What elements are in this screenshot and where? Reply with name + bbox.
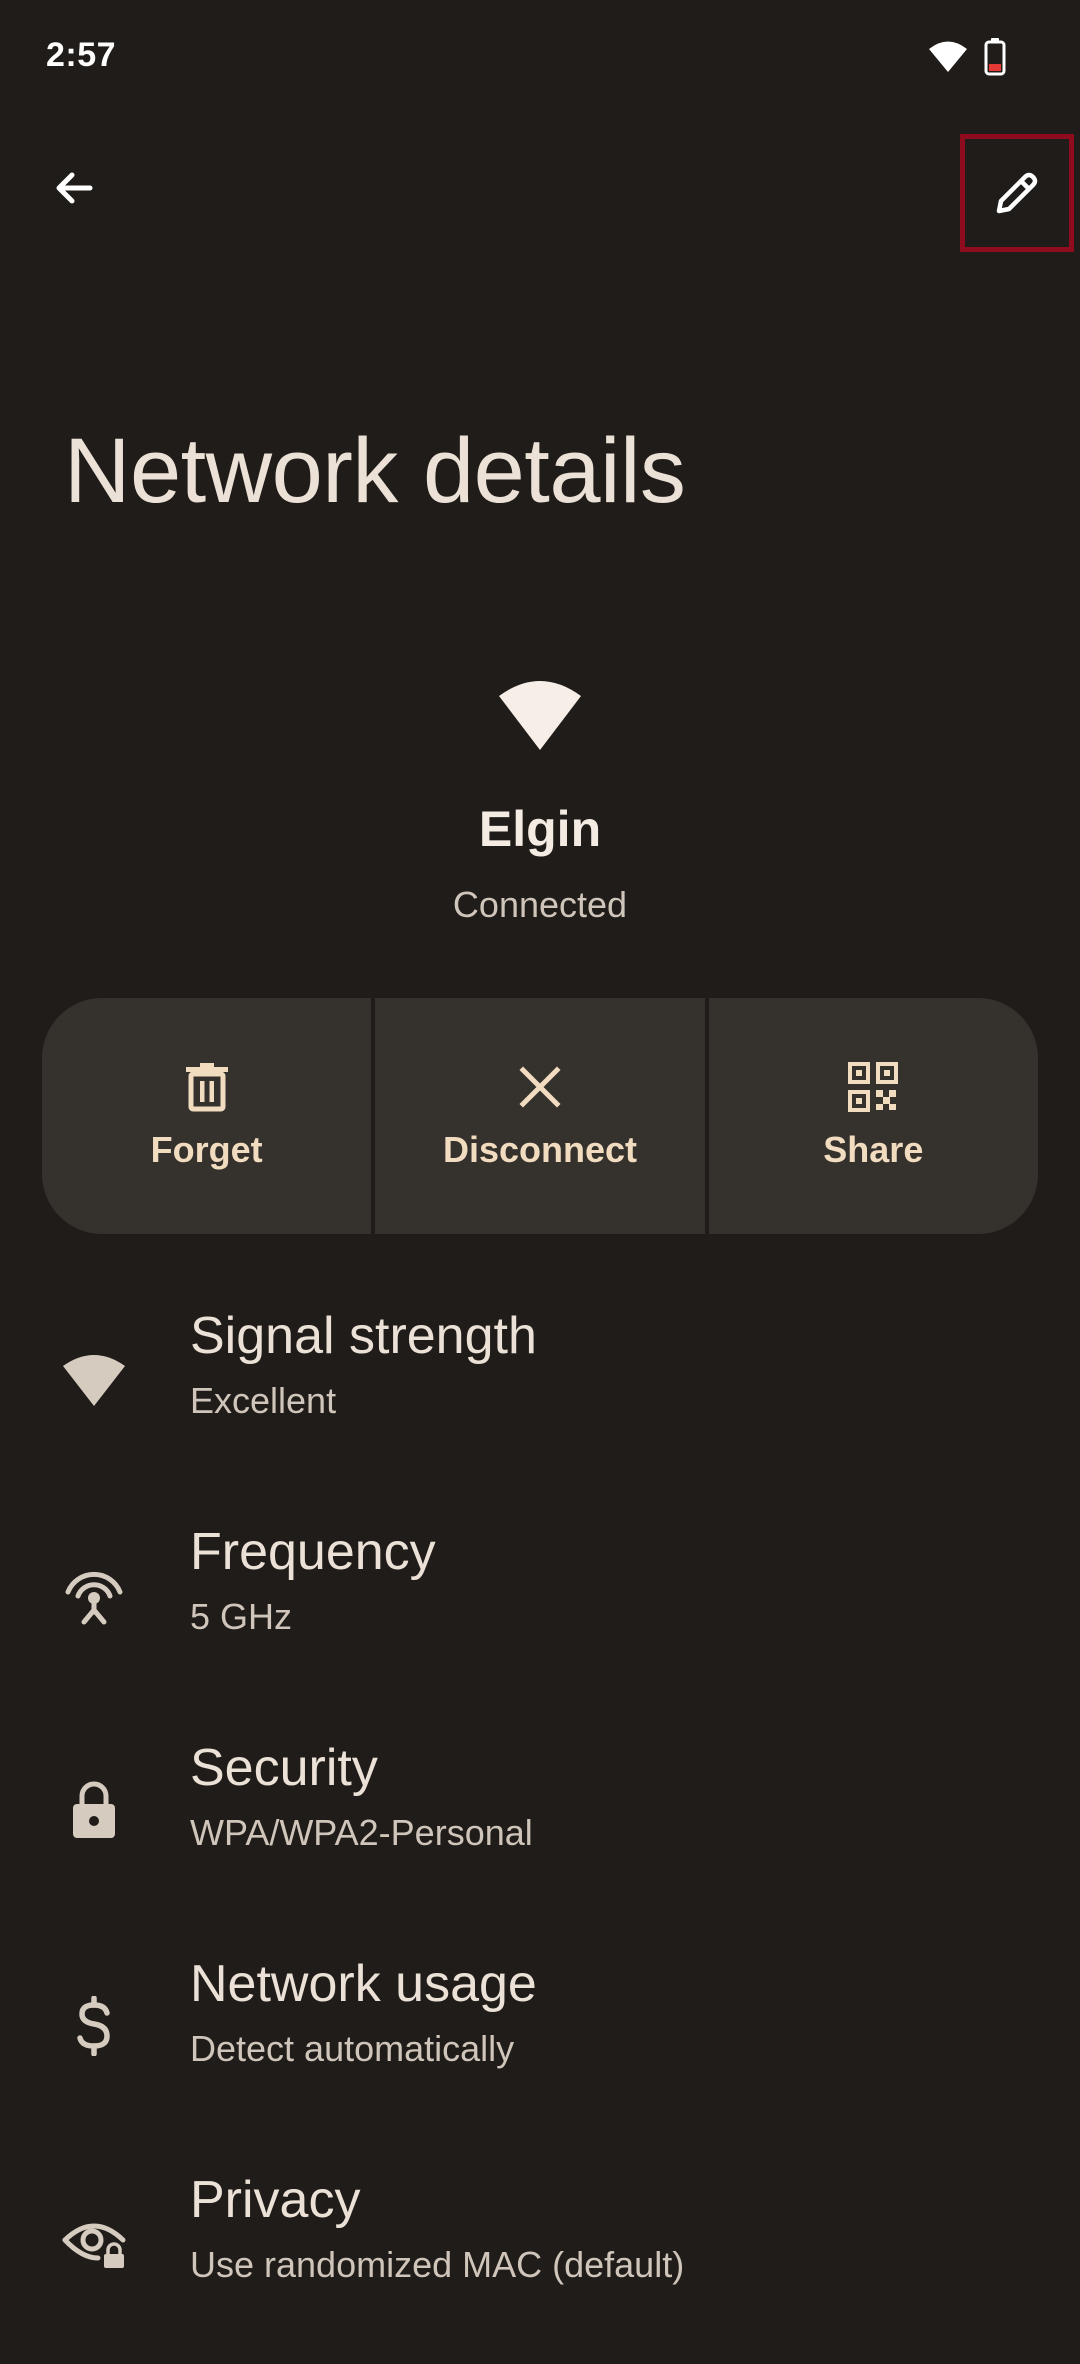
qr-code-icon [847, 1061, 899, 1113]
lock-icon [58, 1774, 130, 1846]
security-value: WPA/WPA2-Personal [190, 1812, 533, 1853]
status-bar: 2:57 [0, 0, 1080, 120]
page-title: Network details [64, 420, 686, 522]
dollar-icon [58, 1990, 130, 2062]
share-label: Share [823, 1129, 924, 1170]
forget-button[interactable]: Forget [42, 998, 372, 1234]
edit-button[interactable] [960, 134, 1074, 252]
signal-strength-title: Signal strength [190, 1307, 537, 1365]
trash-icon [181, 1061, 233, 1113]
battery-icon [984, 38, 1006, 76]
network-name: Elgin [478, 801, 602, 857]
frequency-row: Frequency 5 GHz [0, 1500, 1080, 1716]
arrow-back-icon [56, 172, 93, 204]
action-bar: Forget Disconnect Share [42, 998, 1038, 1234]
disconnect-label: Disconnect [442, 1129, 638, 1170]
network-status: Connected [452, 884, 628, 925]
privacy-value: Use randomized MAC (default) [190, 2244, 685, 2285]
disconnect-button[interactable]: Disconnect [375, 998, 705, 1234]
back-button[interactable] [36, 150, 112, 226]
eye-lock-icon [58, 2206, 130, 2278]
status-time: 2:57 [46, 36, 117, 74]
privacy-title: Privacy [190, 2171, 361, 2229]
wifi-icon [497, 678, 583, 752]
frequency-title: Frequency [190, 1523, 436, 1581]
network-usage-row[interactable]: Network usage Detect automatically [0, 1932, 1080, 2148]
frequency-value: 5 GHz [190, 1596, 293, 1637]
close-icon [514, 1061, 566, 1113]
signal-strength-row: Signal strength Excellent [0, 1284, 1080, 1500]
network-usage-title: Network usage [190, 1955, 537, 2013]
forget-label: Forget [150, 1129, 263, 1170]
privacy-row[interactable]: Privacy Use randomized MAC (default) [0, 2148, 1080, 2364]
security-row: Security WPA/WPA2-Personal [0, 1716, 1080, 1932]
signal-strength-value: Excellent [190, 1380, 337, 1421]
pencil-icon [996, 172, 1038, 214]
security-title: Security [190, 1739, 378, 1797]
wifi-icon [928, 40, 968, 74]
broadcast-icon [58, 1558, 130, 1630]
wifi-icon [58, 1344, 130, 1416]
share-button[interactable]: Share [708, 998, 1038, 1234]
network-usage-value: Detect automatically [190, 2028, 515, 2069]
